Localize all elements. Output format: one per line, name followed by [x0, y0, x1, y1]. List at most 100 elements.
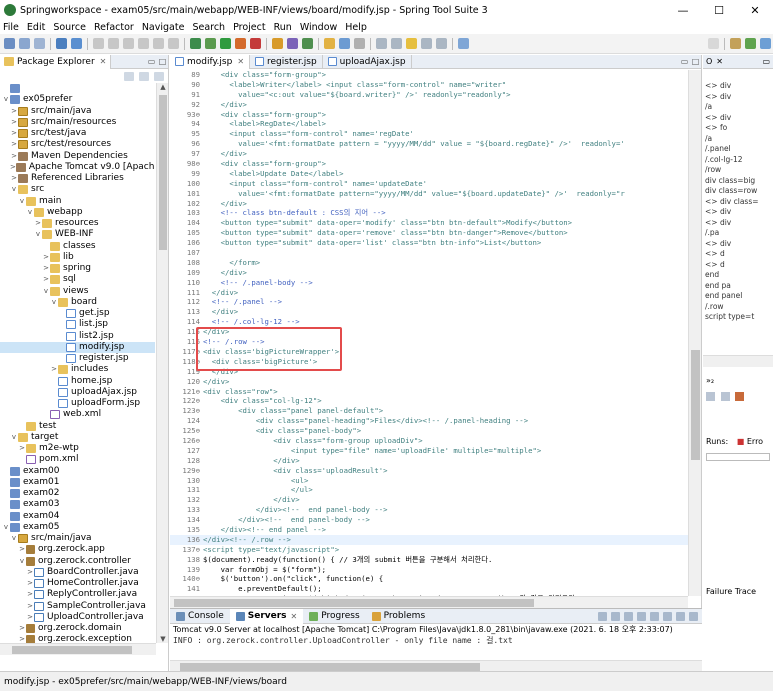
perspective-java-icon[interactable]	[760, 38, 771, 49]
code-line[interactable]: 137⊖ <script type="text/javascript">	[170, 545, 688, 555]
collapsed-twisty-icon[interactable]: >	[26, 567, 34, 578]
step-into-icon[interactable]	[153, 38, 164, 49]
code-line[interactable]: 129⊖ <div class='uploadResult'>	[170, 466, 688, 476]
tree-item[interactable]: v main	[0, 196, 155, 207]
scroll-thumb[interactable]	[159, 95, 167, 250]
outline-item[interactable]: /.col-lg-12	[703, 155, 773, 166]
collapsed-twisty-icon[interactable]: >	[10, 173, 18, 184]
code-line[interactable]: 110 <!-- /.panel-body -->	[170, 278, 688, 288]
open-type-icon[interactable]	[324, 38, 335, 49]
expanded-twisty-icon[interactable]: v	[50, 297, 58, 308]
tree-item[interactable]: > lib	[0, 252, 155, 263]
tree-item[interactable]: > src/main/java	[0, 106, 155, 117]
tree-item[interactable]: > HomeController.java	[0, 578, 155, 589]
tree-item[interactable]: uploadAjax.jsp	[0, 387, 155, 398]
maximize-button[interactable]: ☐	[701, 0, 737, 20]
annotation-icon[interactable]	[354, 38, 365, 49]
code-line[interactable]: 114 <!-- /.col-lg-12 -->	[170, 317, 688, 327]
next-annotation-icon[interactable]	[376, 38, 387, 49]
expanded-twisty-icon[interactable]: v	[26, 207, 34, 218]
code-line[interactable]: 128 </div>	[170, 456, 688, 466]
open-console-icon[interactable]	[689, 611, 698, 621]
outline-item[interactable]: /.panel	[703, 144, 773, 155]
run-icon[interactable]	[220, 38, 231, 49]
collapsed-twisty-icon[interactable]: >	[10, 162, 16, 173]
tree-item[interactable]: get.jsp	[0, 308, 155, 319]
outline-item[interactable]: /a	[703, 134, 773, 145]
code-line[interactable]: 120 </div>	[170, 377, 688, 387]
tab-problems[interactable]: Problems	[366, 609, 431, 624]
code-line[interactable]: 122⊖ <div class="col-lg-12">	[170, 396, 688, 406]
code-line[interactable]: 132 </div>	[170, 495, 688, 505]
tree-item[interactable]: home.jsp	[0, 376, 155, 387]
minimize-panel-icon[interactable]: ▭	[762, 57, 770, 66]
outline-item[interactable]: div class=big	[703, 176, 773, 187]
scroll-thumb[interactable]	[180, 663, 480, 671]
tree-item[interactable]: > sql	[0, 274, 155, 285]
outline-item[interactable]: script type=t	[703, 312, 773, 323]
collapsed-twisty-icon[interactable]: >	[26, 612, 34, 623]
code-line[interactable]: 139 var formObj = $("form");	[170, 565, 688, 575]
code-line[interactable]: 138 $(document).ready(function() { // 3개의…	[170, 555, 688, 565]
code-line[interactable]: 126⊖ <div class="form-group uploadDiv">	[170, 436, 688, 446]
outline-icon[interactable]: O	[706, 57, 712, 66]
display-console-icon[interactable]	[676, 611, 685, 621]
close-icon[interactable]: ✕	[100, 57, 107, 66]
tree-item[interactable]: exam04	[0, 511, 155, 522]
collapsed-twisty-icon[interactable]: >	[10, 139, 18, 150]
minimize-panel-icon[interactable]: ▭	[679, 57, 690, 66]
tab-uploadajax-jsp[interactable]: uploadAjax.jsp	[323, 54, 412, 69]
scroll-up-arrow-icon[interactable]: ▲	[157, 83, 169, 91]
menu-project[interactable]: Project	[233, 22, 266, 33]
tree-item[interactable]: v views	[0, 286, 155, 297]
scroll-down-arrow-icon[interactable]: ▼	[157, 635, 169, 643]
clear-console-icon[interactable]	[598, 611, 607, 621]
tree-item[interactable]: exam03	[0, 499, 155, 510]
tree-item[interactable]: web.xml	[0, 409, 155, 420]
tree-item[interactable]: > src/main/resources	[0, 117, 155, 128]
tab-modify-jsp[interactable]: modify.jsp ✕	[170, 54, 251, 69]
code-line[interactable]: 115 </div>	[170, 327, 688, 337]
tab-register-jsp[interactable]: register.jsp	[250, 54, 323, 69]
package-tree-vertical-scrollbar[interactable]: ▲ ▼	[156, 83, 168, 643]
menu-search[interactable]: Search	[192, 22, 225, 33]
remove-launch-icon[interactable]	[624, 611, 633, 621]
code-line[interactable]: 131 </ul>	[170, 485, 688, 495]
terminal-icon[interactable]	[56, 38, 67, 49]
link-with-editor-icon[interactable]	[139, 71, 149, 81]
prev-annotation-icon[interactable]	[391, 38, 402, 49]
tree-item[interactable]: v org.zerock.controller	[0, 556, 155, 567]
tree-item[interactable]: > Referenced Libraries	[0, 173, 155, 184]
close-icon[interactable]: ✕	[237, 57, 244, 66]
tree-item[interactable]: > resources	[0, 218, 155, 229]
search-icon[interactable]	[339, 38, 350, 49]
scroll-lock-icon[interactable]	[637, 611, 646, 621]
scroll-thumb[interactable]	[691, 350, 700, 460]
tree-item[interactable]: > org.zerock.domain	[0, 623, 155, 634]
collapsed-twisty-icon[interactable]: >	[42, 252, 50, 263]
tree-item[interactable]: test	[0, 421, 155, 432]
view-menu-icon[interactable]	[154, 71, 164, 81]
save-icon[interactable]	[19, 38, 30, 49]
outline-item[interactable]: <> fo	[703, 123, 773, 134]
tree-item[interactable]: > ReplyController.java	[0, 589, 155, 600]
outline-item[interactable]: end	[703, 270, 773, 281]
outline-item[interactable]: /a	[703, 102, 773, 113]
scroll-thumb[interactable]	[12, 646, 132, 654]
tree-item[interactable]: exam01	[0, 477, 155, 488]
expanded-twisty-icon[interactable]: v	[18, 556, 26, 567]
outline-horizontal-scrollbar[interactable]	[703, 355, 773, 367]
tree-item[interactable]: modify.jsp	[0, 341, 155, 353]
code-line[interactable]: 89 <div class="form-group">	[170, 70, 688, 80]
tree-item[interactable]: register.jsp	[0, 353, 155, 364]
external-tools-icon[interactable]	[235, 38, 246, 49]
outline-item[interactable]: end pa	[703, 281, 773, 292]
code-line[interactable]: 107	[170, 248, 688, 258]
expanded-twisty-icon[interactable]: v	[2, 522, 10, 533]
tree-item[interactable]	[0, 83, 155, 94]
new-interface-icon[interactable]	[302, 38, 313, 49]
back-icon[interactable]	[421, 38, 432, 49]
collapsed-twisty-icon[interactable]: >	[50, 364, 58, 375]
new-icon[interactable]	[4, 38, 15, 49]
tree-item[interactable]: > BoardController.java	[0, 567, 155, 578]
